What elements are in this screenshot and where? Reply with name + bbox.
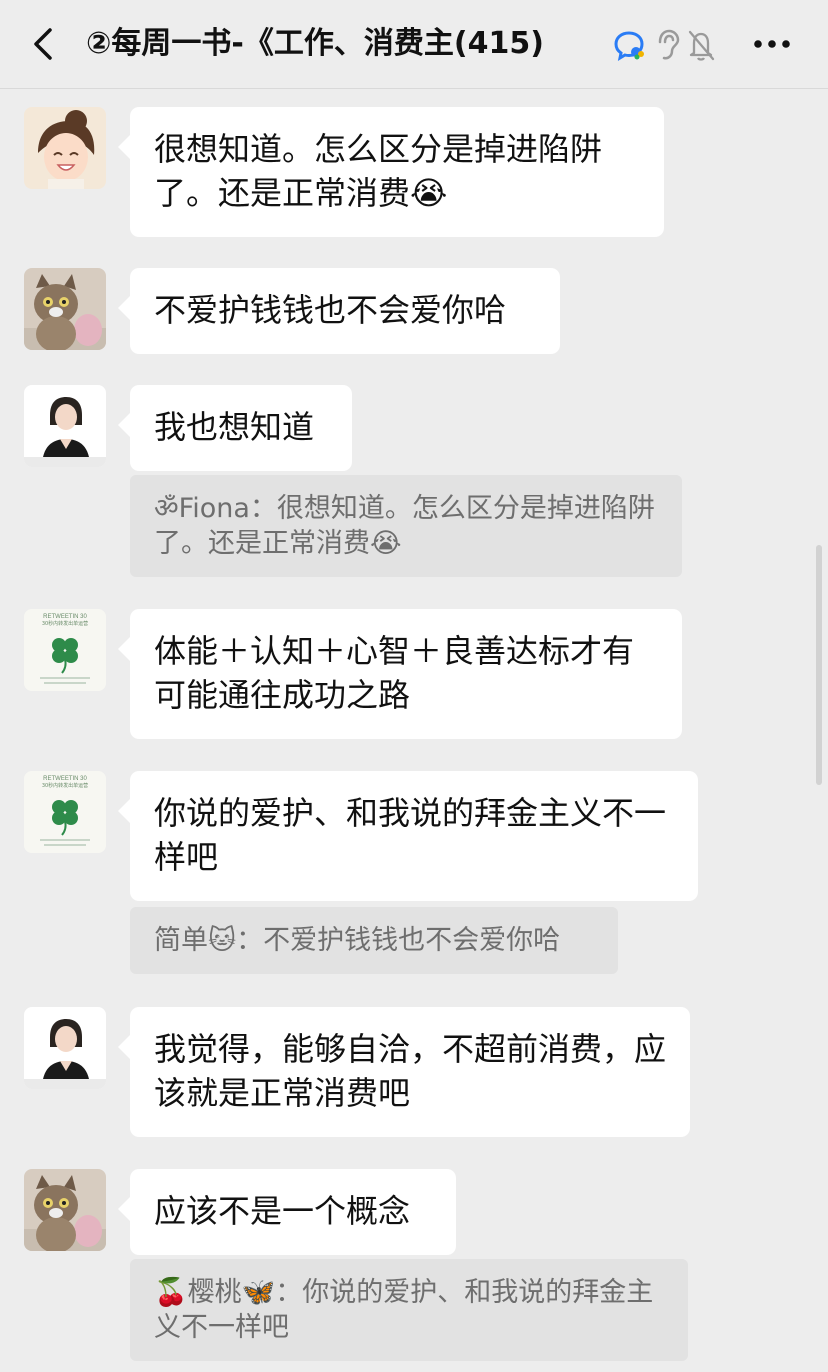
mute-bell-icon[interactable] — [686, 28, 716, 62]
quoted-message[interactable]: ॐFiona：很想知道。怎么区分是掉进陷阱了。还是正常消费😭 — [130, 475, 682, 577]
cat-avatar[interactable] — [24, 268, 106, 350]
avatar-text: 30秒内转发出单运营 — [42, 620, 88, 627]
woman-suit-avatar[interactable] — [24, 1007, 106, 1089]
more-icon[interactable] — [752, 36, 792, 52]
girl-avatar[interactable] — [24, 107, 106, 189]
avatar-text: 30秒内转发出单运营 — [42, 782, 88, 789]
message-bubble[interactable]: 体能＋认知＋心智＋良善达标才有可能通往成功之路 — [118, 609, 682, 739]
message-bubble[interactable]: 我觉得，能够自洽，不超前消费，应该就是正常消费吧 — [118, 1007, 690, 1137]
message-bubble[interactable]: 你说的爱护、和我说的拜金主义不一样吧 — [118, 771, 698, 901]
chat-header: ②每周一书-《工作、消费主(415) — [0, 0, 828, 89]
message-bubble[interactable]: 很想知道。怎么区分是掉进陷阱了。还是正常消费😭 — [118, 107, 664, 237]
clover-avatar[interactable]: RETWEETIN 30 30秒内转发出单运营 — [24, 609, 106, 691]
back-icon[interactable] — [28, 24, 60, 64]
avatar-text: RETWEETIN 30 — [43, 614, 87, 620]
quoted-message[interactable]: 🍒樱桃🦋：你说的爱护、和我说的拜金主义不一样吧 — [130, 1259, 688, 1361]
scrollbar[interactable] — [816, 545, 822, 785]
quoted-message[interactable]: 简单🐱：不爱护钱钱也不会爱你哈 — [130, 907, 618, 974]
member-count: (415) — [453, 26, 544, 61]
message-bubble[interactable]: 不爱护钱钱也不会爱你哈 — [118, 268, 560, 354]
group-name: ②每周一书-《工作、消费主 — [86, 26, 454, 61]
chat-search-icon[interactable] — [612, 28, 646, 62]
cat-avatar[interactable] — [24, 1169, 106, 1251]
message-bubble[interactable]: 应该不是一个概念 — [118, 1169, 456, 1255]
ear-icon[interactable] — [654, 28, 682, 62]
clover-avatar[interactable]: RETWEETIN 30 30秒内转发出单运营 — [24, 771, 106, 853]
woman-suit-avatar[interactable] — [24, 385, 106, 467]
message-bubble[interactable]: 我也想知道 — [118, 385, 352, 471]
chat-title[interactable]: ②每周一书-《工作、消费主(415) — [86, 22, 612, 66]
avatar-text: RETWEETIN 30 — [43, 776, 87, 782]
